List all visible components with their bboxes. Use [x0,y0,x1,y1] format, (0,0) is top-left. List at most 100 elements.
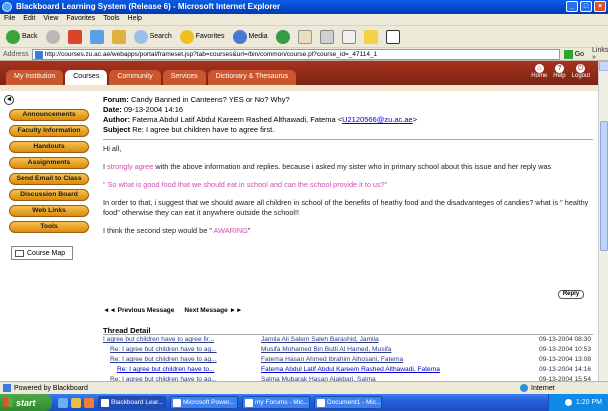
tab-my-institution[interactable]: My Institution [6,70,64,85]
thread-row: I agree but children have to agree fir..… [103,335,593,345]
task-powerpoint[interactable]: Microsoft Power... [170,396,238,409]
system-tray: 1:20 PM [548,394,608,411]
tab-courses[interactable]: Courses [65,70,108,85]
taskbar: start Blackboard Lear... Microsoft Power… [0,394,608,411]
thread-author-link[interactable]: Fatema Abdul Latif Abdul Kareem Rashed A… [261,365,511,375]
desktop-quicklaunch-icon[interactable] [71,397,81,408]
nav-web-links[interactable]: Web Links [9,205,89,217]
forum-name: Candy Banned in Canteens? YES or No? Why… [130,95,290,104]
ie-icon [245,399,253,407]
thread-author-link[interactable]: Musifa Mohamed Bin Butti Al Hamed, Musif… [261,345,511,355]
star-icon [179,29,194,44]
home-button[interactable] [110,28,128,46]
tab-community[interactable]: Community [109,70,161,85]
tab-services[interactable]: Services [162,70,206,85]
thread-subject-link[interactable]: Re: I agree but children have to... [103,365,261,375]
back-button[interactable]: Back [4,28,40,46]
favorites-button[interactable]: Favorites [178,28,227,46]
paragraph-1: I strongly agree with the above informat… [103,162,552,171]
go-button[interactable]: Go [563,49,584,59]
menu-view[interactable]: View [43,15,58,25]
nav-handouts[interactable]: Handouts [9,141,89,153]
nav-faculty-information[interactable]: Faculty Information [9,125,89,137]
reply-button[interactable]: Reply [558,290,584,299]
thread-row: Re: I agree but children have to ag... Fa… [103,355,593,365]
windows-logo-icon [4,398,13,407]
edit-button[interactable] [340,28,358,46]
home-link[interactable]: ⌂ Home [531,64,547,79]
scroll-up-arrow[interactable] [599,61,608,71]
course-menu: ◄ Announcements Faculty Information Hand… [0,91,96,381]
thread-subject-link[interactable]: Re: I agree but children have to ag... [103,345,261,355]
subject-label: Subject [103,125,131,134]
mail-icon [297,29,312,44]
menu-tools[interactable]: Tools [103,15,119,25]
minimize-button[interactable]: _ [566,1,578,12]
quote: " So what is good food that we should ea… [103,180,388,189]
start-button[interactable]: start [0,394,52,411]
menu-edit[interactable]: Edit [23,15,35,25]
print-button[interactable] [318,28,336,46]
discuss-button[interactable] [362,28,380,46]
nav-discussion-board[interactable]: Discussion Board [9,189,89,201]
thread-row: Re: I agree but children have to ag... Mu… [103,345,593,355]
previous-message-link[interactable]: ◄◄ Previous Message [103,307,174,314]
search-button[interactable]: Search [132,28,174,46]
refresh-button[interactable] [88,28,106,46]
media-quicklaunch-icon[interactable] [84,397,94,408]
collapse-menu-icon[interactable]: ◄ [4,95,14,105]
help-link[interactable]: ? Help [553,64,566,79]
media-button[interactable]: Media [231,28,270,46]
thread-date: 09-13-2004 10:53 [538,346,591,353]
forward-button[interactable] [44,28,62,46]
ie-quicklaunch-icon[interactable] [58,397,68,408]
thread-date: 09-13-2004 14:16 [538,366,591,373]
stop-icon [67,29,82,44]
tray-icon[interactable] [564,399,572,406]
greeting: Hi all, [103,144,122,153]
thread-author-link[interactable]: Fatema Hasan Ahmed Ibrahim Alhosani, Fat… [261,355,511,365]
task-forums[interactable]: my Forums - Mic... [242,396,310,409]
close-button[interactable]: × [594,1,606,12]
menu-favorites[interactable]: Favorites [66,15,95,25]
message-header: Forum: Candy Banned in Canteens? YES or … [103,95,418,134]
address-input[interactable]: http://courses.zu.ac.ae/webapps/portal/f… [31,48,560,60]
nav-tools[interactable]: Tools [9,221,89,233]
tab-dictionary[interactable]: Dictionary & Thesaurus [207,70,297,85]
nav-announcements[interactable]: Announcements [9,109,89,121]
message-subject: Re: I agree but children have to agree f… [132,125,275,134]
next-message-link[interactable]: Next Message ►► [184,307,242,314]
refresh-icon [89,29,104,44]
menu-file[interactable]: File [4,15,15,25]
links-button[interactable]: Links » [592,47,608,61]
author-email-link[interactable]: U2120566@zu.ac.ae [342,115,413,124]
mail-button[interactable] [296,28,314,46]
thread-row: Re: I agree but children have to... Fatem… [103,365,593,375]
logout-link[interactable]: ⏻ Logout [572,64,590,79]
scroll-thumb[interactable] [600,121,608,251]
vertical-scrollbar[interactable] [598,61,608,381]
print-icon [319,29,334,44]
task-blackboard[interactable]: Blackboard Lear... [98,396,166,409]
nav-assignments[interactable]: Assignments [9,157,89,169]
nav-send-email[interactable]: Send Email to Class [9,173,89,185]
menu-bar: File Edit View Favorites Tools Help [0,14,608,26]
thread-list: I agree but children have to agree fir..… [103,335,593,381]
maximize-button[interactable]: □ [580,1,592,12]
thread-author-link[interactable]: Jamila Ali Salem Saleh Barashid, Jamila [261,335,511,345]
word-icon [317,399,325,407]
stop-button[interactable] [66,28,84,46]
task-document[interactable]: Document1 - Mic... [314,396,382,409]
message-pager: ◄◄ Previous Message Next Message ►► [103,307,242,314]
page-status-icon [3,384,11,392]
course-map-button[interactable]: Course Map [11,246,73,260]
message-body: Hi all, I strongly agree with the above … [103,144,593,236]
globe-icon [520,384,528,392]
thread-subject-link[interactable]: I agree but children have to agree fir..… [103,335,261,345]
date-label: Date: [103,105,122,114]
history-button[interactable] [274,28,292,46]
menu-help[interactable]: Help [128,15,142,25]
messenger-button[interactable] [384,28,402,46]
thread-subject-link[interactable]: Re: I agree but children have to ag... [103,355,261,365]
paragraph-3: I think the second step would be " AWARI… [103,226,251,235]
